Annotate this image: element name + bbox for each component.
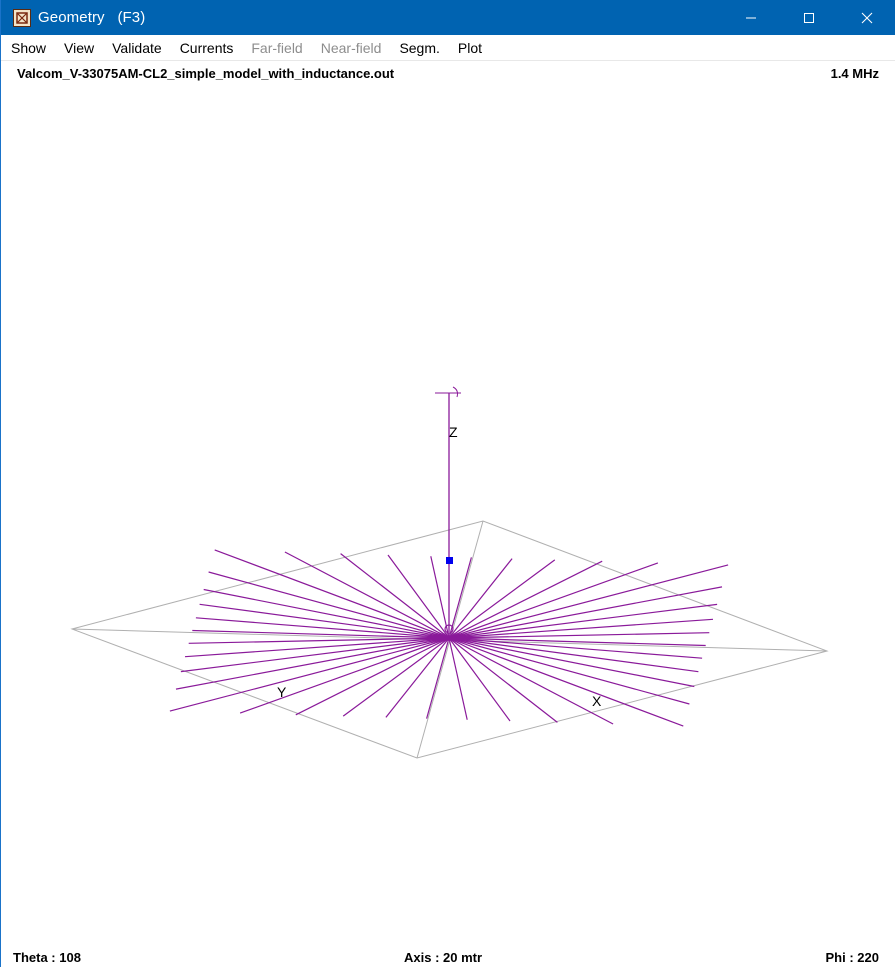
axis-label: Axis : <box>404 950 444 965</box>
radial-wire <box>448 564 729 639</box>
z-axis-label: Z <box>449 424 458 440</box>
radial-wire <box>192 629 450 639</box>
phi-value: 220 <box>857 950 879 965</box>
radial-wire <box>448 637 695 688</box>
radial-wire <box>214 549 450 639</box>
radial-wire <box>284 551 450 639</box>
theta-label: Theta : <box>13 950 60 965</box>
radial-wire <box>448 637 614 725</box>
radial-wire <box>203 588 450 639</box>
phi-readout: Phi : 220 <box>826 950 879 965</box>
geometry-window: Geometry (F3) Show View Validate Current… <box>0 0 895 967</box>
radial-wire <box>426 637 450 719</box>
radial-wire <box>448 637 706 647</box>
y-axis-label: Y <box>277 684 287 700</box>
x-axis-label: X <box>592 693 602 709</box>
radial-wire <box>448 562 659 639</box>
source-marker <box>446 557 453 564</box>
radial-wire <box>448 586 723 639</box>
radial-wire <box>448 637 684 727</box>
radial-wire <box>175 637 450 690</box>
radial-wire <box>239 637 450 714</box>
phi-label: Phi : <box>825 950 858 965</box>
radial-wire <box>169 637 450 712</box>
axis-readout: Axis : 20 mtr <box>404 950 482 965</box>
base-wire-cluster <box>427 633 471 641</box>
geometry-canvas[interactable]: Z Y X <box>1 0 895 967</box>
axis-value: 20 mtr <box>443 950 483 965</box>
radial-wire <box>448 560 603 639</box>
theta-readout: Theta : 108 <box>13 950 81 965</box>
radial-wire <box>295 637 450 716</box>
theta-value: 108 <box>59 950 81 965</box>
top-hook-wire <box>452 386 458 398</box>
